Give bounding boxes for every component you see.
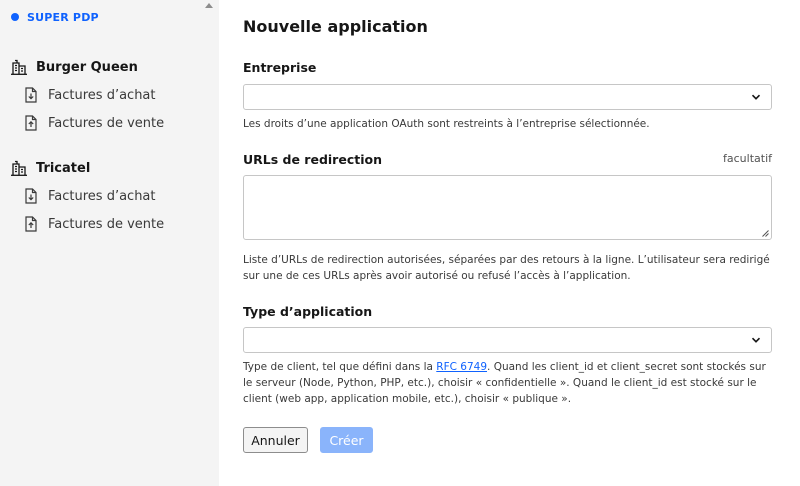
redirect-urls-help-text: Liste d’URLs de redirection autorisées, … <box>243 254 770 282</box>
main-content: Nouvelle application Entreprise Les droi… <box>243 0 773 486</box>
sidebar-item-label: Factures de vente <box>48 216 165 232</box>
optional-tag: facultatif <box>723 152 772 165</box>
sidebar-item-factures-achat[interactable]: Factures d’achat <box>24 187 156 205</box>
app-type-label: Type d’application <box>243 304 373 319</box>
scroll-up-arrow-icon[interactable] <box>205 3 213 8</box>
chevron-down-icon <box>751 337 761 343</box>
building-icon <box>10 160 28 176</box>
chevron-down-icon <box>751 94 761 100</box>
resize-handle-icon[interactable] <box>761 229 769 237</box>
redirect-urls-label: URLs de redirection <box>243 152 382 167</box>
sidebar-item-label: Factures d’achat <box>48 188 156 204</box>
document-download-icon <box>24 188 38 204</box>
company-tricatel[interactable]: Tricatel <box>10 159 90 177</box>
sidebar-item-factures-vente[interactable]: Factures de vente <box>24 114 164 132</box>
brand-label: SUPER PDP <box>27 10 99 24</box>
page-title: Nouvelle application <box>243 17 428 36</box>
rfc-6749-link[interactable]: RFC 6749 <box>436 361 487 373</box>
company-burger-queen[interactable]: Burger Queen <box>10 58 138 76</box>
company-help-text: Les droits d’une application OAuth sont … <box>243 118 650 130</box>
company-label: Tricatel <box>36 160 91 176</box>
sidebar-item-label: Factures d’achat <box>48 87 156 103</box>
redirect-urls-textarea[interactable] <box>243 175 772 240</box>
sidebar-item-label: Factures de vente <box>48 115 165 131</box>
company-select[interactable] <box>243 84 772 110</box>
sidebar-item-factures-vente[interactable]: Factures de vente <box>24 215 164 233</box>
document-upload-icon <box>24 216 38 232</box>
cancel-button[interactable]: Annuler <box>243 427 308 453</box>
document-upload-icon <box>24 115 38 131</box>
sidebar: SUPER PDP Burger Queen Factures d’achat … <box>0 0 219 486</box>
app-type-select[interactable] <box>243 327 772 353</box>
sidebar-item-factures-achat[interactable]: Factures d’achat <box>24 86 156 104</box>
company-label: Burger Queen <box>36 59 138 75</box>
app-type-help-before: Type de client, tel que défini dans la <box>243 361 437 373</box>
brand-dot-icon <box>11 13 19 21</box>
document-download-icon <box>24 87 38 103</box>
create-button[interactable]: Créer <box>320 427 373 453</box>
company-field-label: Entreprise <box>243 60 317 75</box>
app-type-help-text: Type de client, tel que défini dans la R… <box>243 359 773 407</box>
brand[interactable]: SUPER PDP <box>11 9 99 25</box>
building-icon <box>10 59 28 75</box>
